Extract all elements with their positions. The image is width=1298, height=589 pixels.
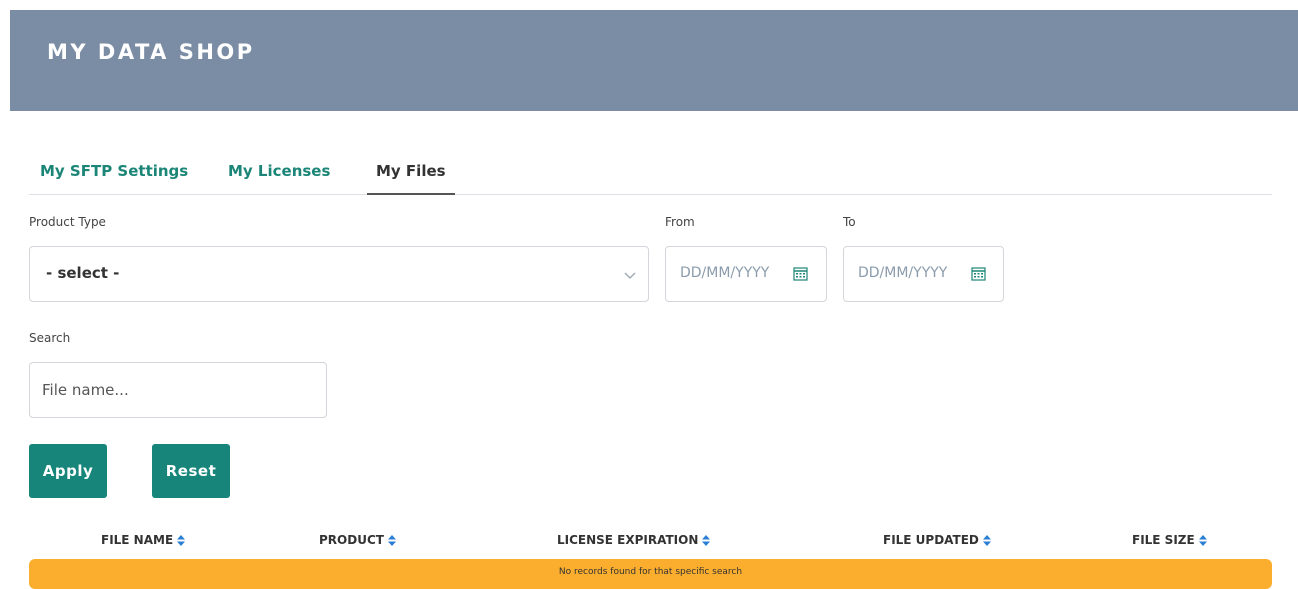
search-input[interactable] (30, 363, 326, 417)
search-field-wrapper (29, 362, 327, 418)
product-type-value: - select - (46, 264, 120, 282)
from-label: From (665, 215, 695, 229)
column-header-label: FILE UPDATED (883, 533, 979, 547)
page-title: MY DATA SHOP (47, 40, 255, 64)
apply-button[interactable]: Apply (29, 444, 107, 498)
to-label: To (843, 215, 856, 229)
reset-button[interactable]: Reset (152, 444, 230, 498)
from-date-placeholder: DD/MM/YYYY (680, 265, 770, 281)
column-header-license-expiration[interactable]: LICENSE EXPIRATION (557, 533, 711, 547)
sort-icon (982, 534, 991, 546)
tab-files[interactable]: My Files (367, 162, 455, 195)
sort-icon (1198, 534, 1207, 546)
column-header-label: FILE SIZE (1132, 533, 1195, 547)
header-banner: MY DATA SHOP (10, 10, 1298, 111)
sort-icon (702, 534, 711, 546)
calendar-icon[interactable] (793, 266, 808, 281)
column-header-file-size[interactable]: FILE SIZE (1132, 533, 1207, 547)
search-label: Search (29, 331, 71, 345)
empty-results-notice: No records found for that specific searc… (29, 559, 1272, 589)
column-header-file-updated[interactable]: FILE UPDATED (883, 533, 991, 547)
tab-bar: My SFTP Settings My Licenses My Files (29, 148, 1272, 195)
column-header-label: PRODUCT (319, 533, 384, 547)
column-header-label: FILE NAME (101, 533, 174, 547)
product-type-select[interactable]: - select - (29, 246, 649, 302)
tab-licenses[interactable]: My Licenses (228, 162, 330, 194)
chevron-down-icon (624, 272, 636, 279)
to-date-field[interactable]: DD/MM/YYYY (843, 246, 1004, 302)
to-date-placeholder: DD/MM/YYYY (858, 265, 948, 281)
from-date-field[interactable]: DD/MM/YYYY (665, 246, 827, 302)
product-type-label: Product Type (29, 215, 106, 229)
tab-sftp-settings[interactable]: My SFTP Settings (40, 162, 188, 194)
sort-icon (387, 534, 396, 546)
column-header-file-name[interactable]: FILE NAME (101, 533, 186, 547)
column-header-product[interactable]: PRODUCT (319, 533, 396, 547)
sort-icon (177, 534, 186, 546)
calendar-icon[interactable] (971, 266, 986, 281)
column-header-label: LICENSE EXPIRATION (557, 533, 699, 547)
